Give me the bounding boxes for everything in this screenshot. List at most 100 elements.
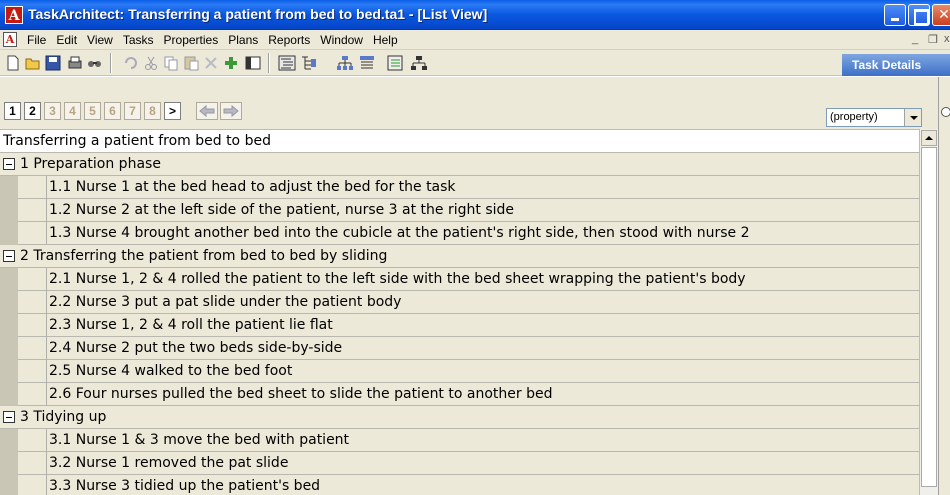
indent-gutter bbox=[0, 268, 46, 291]
tree-icon[interactable] bbox=[300, 54, 318, 72]
level-button[interactable]: 5 bbox=[84, 102, 101, 120]
undo-icon[interactable] bbox=[122, 54, 140, 72]
indent-gutter bbox=[0, 452, 46, 475]
mdi-close-button[interactable]: x bbox=[944, 33, 950, 45]
find-icon[interactable] bbox=[86, 54, 104, 72]
task-row-label: 1.3 Nurse 4 brought another bed into the… bbox=[49, 225, 750, 241]
minimize-icon bbox=[885, 5, 905, 25]
menu-item[interactable]: Plans bbox=[223, 33, 263, 47]
menu-item[interactable]: Edit bbox=[51, 33, 82, 47]
print-icon[interactable] bbox=[66, 54, 84, 72]
task-row[interactable]: 3.1 Nurse 1 & 3 move the bed with patien… bbox=[46, 429, 919, 452]
app-logo-icon[interactable]: A bbox=[5, 6, 23, 24]
level-button[interactable]: 3 bbox=[44, 102, 61, 120]
task-details-panel-header[interactable]: Task Details bbox=[842, 54, 950, 76]
collapse-toggle-icon[interactable] bbox=[3, 158, 15, 170]
new-icon[interactable] bbox=[4, 54, 22, 72]
indent-gutter bbox=[0, 337, 46, 360]
outline-icon[interactable] bbox=[278, 54, 296, 72]
task-row[interactable]: 2.2 Nurse 3 put a pat slide under the pa… bbox=[46, 291, 919, 314]
collapse-icon[interactable] bbox=[941, 107, 950, 117]
add-icon[interactable] bbox=[222, 54, 240, 72]
task-row[interactable]: 2.1 Nurse 1, 2 & 4 rolled the patient to… bbox=[46, 268, 919, 291]
phase-row-label: 2 Transferring the patient from bed to b… bbox=[20, 248, 388, 264]
level-button[interactable]: 8 bbox=[144, 102, 161, 120]
menu-item[interactable]: Properties bbox=[159, 33, 224, 47]
indent-gutter bbox=[0, 314, 46, 337]
task-row[interactable]: 2.6 Four nurses pulled the bed sheet to … bbox=[46, 383, 919, 406]
task-row[interactable]: 1.3 Nurse 4 brought another bed into the… bbox=[46, 222, 919, 245]
toolbar-separator bbox=[110, 53, 112, 73]
org-icon[interactable] bbox=[410, 54, 428, 72]
task-row-label: 2.2 Nurse 3 put a pat slide under the pa… bbox=[49, 294, 402, 310]
menu-item[interactable]: Window bbox=[315, 33, 368, 47]
property-select[interactable]: (property) bbox=[826, 108, 922, 127]
chevron-down-icon[interactable] bbox=[904, 109, 921, 126]
task-details-edge bbox=[938, 77, 950, 495]
forward-arrow-button[interactable] bbox=[220, 102, 242, 120]
indent-gutter bbox=[0, 176, 46, 199]
phase-row-label: 1 Preparation phase bbox=[20, 156, 161, 172]
level-button[interactable]: 7 bbox=[124, 102, 141, 120]
document-icon[interactable]: A bbox=[3, 32, 17, 47]
menu-bar: A File Edit View Tasks Properties Plans Report… bbox=[0, 30, 950, 50]
indent-gutter bbox=[0, 429, 46, 452]
task-row[interactable]: 2.4 Nurse 2 put the two beds side-by-sid… bbox=[46, 337, 919, 360]
menu-item[interactable]: Reports bbox=[263, 33, 315, 47]
task-row[interactable]: 1.1 Nurse 1 at the bed head to adjust th… bbox=[46, 176, 919, 199]
task-row[interactable]: 1.2 Nurse 2 at the left side of the pati… bbox=[46, 199, 919, 222]
menu-item[interactable]: View bbox=[82, 33, 118, 47]
save-icon[interactable] bbox=[44, 54, 62, 72]
paste-icon[interactable] bbox=[182, 54, 200, 72]
close-icon: ✕ bbox=[938, 7, 950, 23]
collapse-toggle-icon[interactable] bbox=[3, 411, 15, 423]
task-row-label: 2.1 Nurse 1, 2 & 4 rolled the patient to… bbox=[49, 271, 746, 287]
minimize-button[interactable] bbox=[884, 4, 906, 26]
collapse-toggle-icon[interactable] bbox=[3, 250, 15, 262]
task-row[interactable]: 2.5 Nurse 4 walked to the bed foot bbox=[46, 360, 919, 383]
task-row[interactable]: 3.2 Nurse 1 removed the pat slide bbox=[46, 452, 919, 475]
level-button[interactable]: 2 bbox=[24, 102, 41, 120]
task-row-label: 2.5 Nurse 4 walked to the bed foot bbox=[49, 363, 293, 379]
panel-icon[interactable] bbox=[244, 54, 262, 72]
menu-item[interactable]: Help bbox=[368, 33, 403, 47]
close-button[interactable]: ✕ bbox=[932, 4, 950, 26]
maximize-button[interactable] bbox=[908, 4, 930, 26]
mdi-restore-button[interactable]: ❐ bbox=[928, 33, 938, 46]
root-task-row[interactable]: Transferring a patient from bed to bed bbox=[0, 130, 919, 153]
vertical-scrollbar[interactable] bbox=[919, 129, 938, 495]
delete-icon[interactable] bbox=[202, 54, 220, 72]
level-button[interactable]: 6 bbox=[104, 102, 121, 120]
title-bar[interactable]: A TaskArchitect: Transferring a patient … bbox=[0, 0, 950, 30]
scroll-up-button[interactable] bbox=[921, 130, 937, 146]
mdi-minimize-button[interactable]: _ bbox=[912, 33, 918, 45]
scroll-thumb[interactable] bbox=[921, 147, 937, 487]
back-arrow-button[interactable] bbox=[196, 102, 218, 120]
property-select-value: (property) bbox=[830, 111, 878, 123]
indent-gutter bbox=[0, 199, 46, 222]
window-title: TaskArchitect: Transferring a patient fr… bbox=[28, 6, 488, 22]
phase-row[interactable]: 2 Transferring the patient from bed to b… bbox=[0, 245, 919, 268]
hierarchy-icon[interactable] bbox=[336, 54, 354, 72]
task-row[interactable]: 2.3 Nurse 1, 2 & 4 roll the patient lie … bbox=[46, 314, 919, 337]
phase-row[interactable]: 3 Tidying up bbox=[0, 406, 919, 429]
task-row-label: 2.4 Nurse 2 put the two beds side-by-sid… bbox=[49, 340, 343, 356]
task-row[interactable]: 3.3 Nurse 3 tidied up the patient's bed bbox=[46, 475, 919, 495]
maximize-icon bbox=[909, 5, 929, 25]
menu-item[interactable]: Tasks bbox=[118, 33, 159, 47]
task-list: Transferring a patient from bed to bed 1 … bbox=[0, 129, 919, 495]
diagram-icon[interactable] bbox=[358, 54, 376, 72]
indent-gutter bbox=[0, 222, 46, 245]
list-icon[interactable] bbox=[386, 54, 404, 72]
next-level-button[interactable]: > bbox=[164, 102, 181, 120]
copy-icon[interactable] bbox=[162, 54, 180, 72]
menu-items: File Edit View Tasks Properties Plans Reports W… bbox=[22, 33, 403, 47]
phase-row[interactable]: 1 Preparation phase bbox=[0, 153, 919, 176]
back-arrow-icon bbox=[199, 104, 215, 118]
menu-item[interactable]: File bbox=[22, 33, 51, 47]
task-row-label: 1.1 Nurse 1 at the bed head to adjust th… bbox=[49, 179, 456, 195]
cut-icon[interactable] bbox=[142, 54, 160, 72]
level-button[interactable]: 1 bbox=[4, 102, 21, 120]
level-button[interactable]: 4 bbox=[64, 102, 81, 120]
open-icon[interactable] bbox=[24, 54, 42, 72]
